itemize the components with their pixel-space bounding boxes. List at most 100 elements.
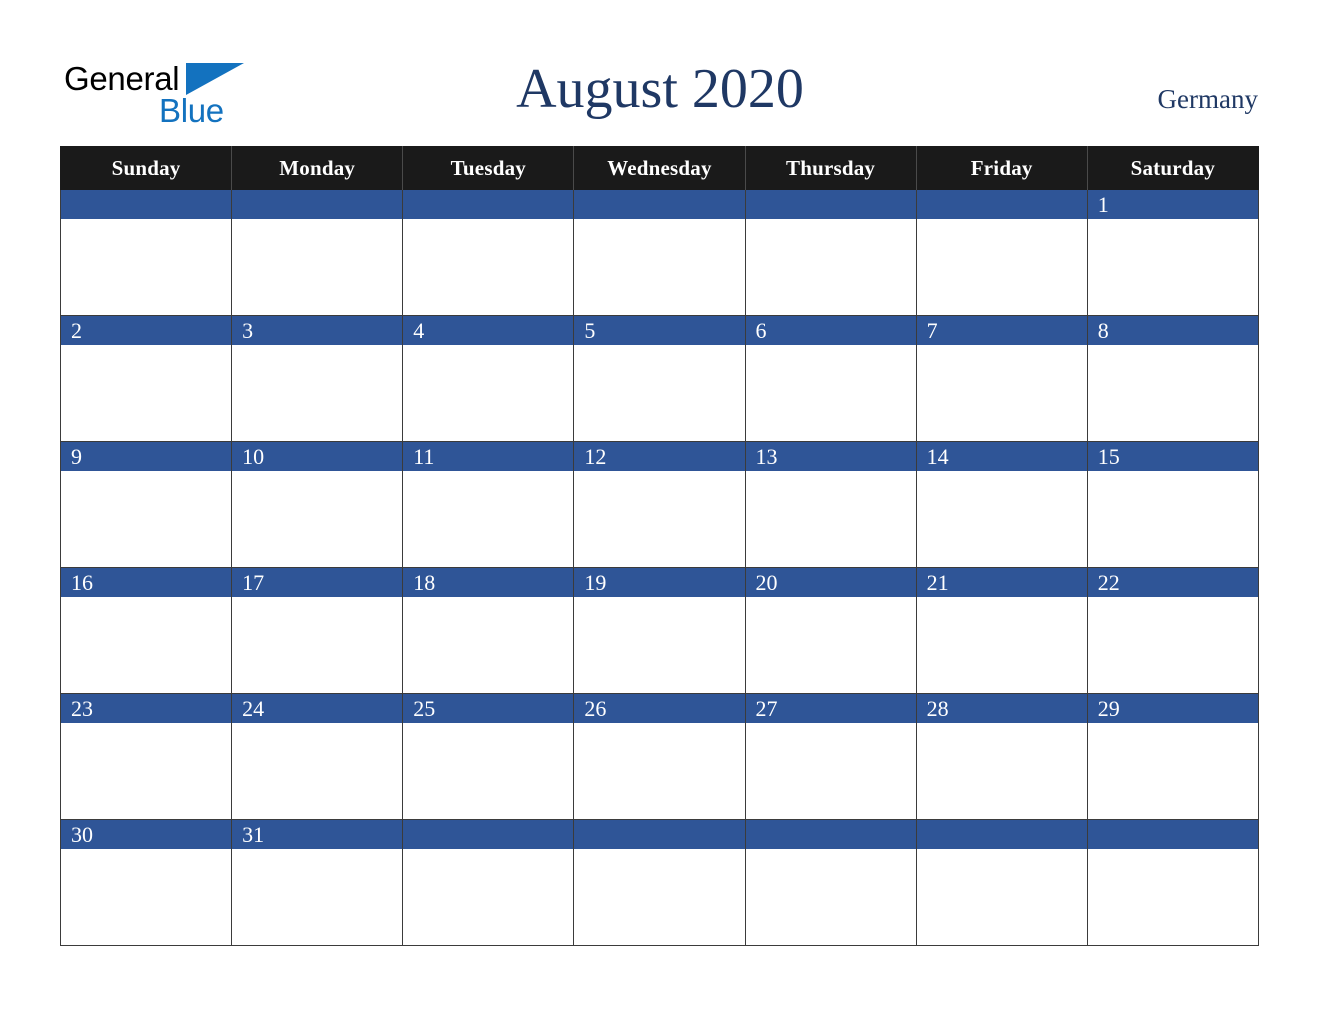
day-note-area[interactable]	[1087, 345, 1258, 441]
date-band: 18	[403, 568, 574, 597]
day-note-area[interactable]	[403, 219, 574, 315]
day-note-area[interactable]	[61, 219, 232, 315]
day-cell[interactable]: 18	[402, 567, 575, 694]
day-note-area[interactable]	[745, 219, 916, 315]
weekday-header-sunday: Sunday	[59, 146, 233, 190]
day-note-area[interactable]	[745, 597, 916, 693]
date-band: 16	[61, 568, 232, 597]
day-note-area[interactable]	[61, 849, 232, 945]
day-note-area[interactable]	[232, 345, 403, 441]
day-cell[interactable]: 7	[915, 315, 1088, 442]
day-cell[interactable]: 24	[231, 693, 404, 820]
day-note-area[interactable]	[403, 345, 574, 441]
day-cell-empty[interactable]	[59, 190, 233, 316]
date-number: 1	[1097, 192, 1109, 217]
day-note-area[interactable]	[916, 723, 1087, 819]
day-note-area[interactable]	[916, 597, 1087, 693]
day-cell-empty[interactable]	[1086, 819, 1259, 946]
day-cell[interactable]: 11	[402, 441, 575, 568]
day-cell[interactable]: 31	[231, 819, 404, 946]
day-note-area[interactable]	[1087, 723, 1258, 819]
day-cell[interactable]: 4	[402, 315, 575, 442]
date-number: 12	[584, 444, 607, 469]
day-cell[interactable]: 5	[573, 315, 746, 442]
day-cell-empty[interactable]	[402, 190, 575, 316]
day-note-area[interactable]	[403, 471, 574, 567]
week-row: 2 3 4 5 6 7 8	[59, 315, 1259, 442]
day-note-area[interactable]	[403, 849, 574, 945]
day-cell-empty[interactable]	[231, 190, 404, 316]
day-note-area[interactable]	[916, 849, 1087, 945]
day-note-area[interactable]	[232, 849, 403, 945]
day-cell-empty[interactable]	[744, 190, 917, 316]
day-note-area[interactable]	[1087, 219, 1258, 315]
day-cell-empty[interactable]	[402, 819, 575, 946]
day-cell[interactable]: 3	[231, 315, 404, 442]
day-note-area[interactable]	[403, 723, 574, 819]
day-cell[interactable]: 22	[1086, 567, 1259, 694]
day-note-area[interactable]	[61, 345, 232, 441]
day-cell[interactable]: 30	[59, 819, 233, 946]
day-note-area[interactable]	[745, 849, 916, 945]
day-note-area[interactable]	[916, 471, 1087, 567]
day-note-area[interactable]	[1087, 597, 1258, 693]
day-note-area[interactable]	[1087, 849, 1258, 945]
day-cell[interactable]: 2	[59, 315, 233, 442]
day-box: 9	[61, 442, 232, 567]
day-note-area[interactable]	[745, 345, 916, 441]
day-note-area[interactable]	[232, 219, 403, 315]
day-note-area[interactable]	[232, 471, 403, 567]
day-note-area[interactable]	[61, 723, 232, 819]
day-cell[interactable]: 1	[1086, 190, 1259, 316]
day-note-area[interactable]	[61, 471, 232, 567]
date-band	[1087, 820, 1258, 849]
day-note-area[interactable]	[574, 849, 745, 945]
day-cell[interactable]: 16	[59, 567, 233, 694]
day-cell[interactable]: 25	[402, 693, 575, 820]
day-cell[interactable]: 14	[915, 441, 1088, 568]
day-note-area[interactable]	[574, 219, 745, 315]
day-cell-empty[interactable]	[573, 819, 746, 946]
day-cell[interactable]: 10	[231, 441, 404, 568]
week-row: 9 10 11 12 13 14 15	[59, 441, 1259, 568]
day-cell[interactable]: 21	[915, 567, 1088, 694]
day-note-area[interactable]	[61, 597, 232, 693]
day-note-area[interactable]	[403, 597, 574, 693]
day-cell[interactable]: 8	[1086, 315, 1259, 442]
country-label: Germany	[1157, 84, 1258, 114]
day-cell[interactable]: 6	[744, 315, 917, 442]
day-cell-empty[interactable]	[915, 819, 1088, 946]
date-band: 22	[1087, 568, 1258, 597]
day-note-area[interactable]	[574, 723, 745, 819]
day-note-area[interactable]	[1087, 471, 1258, 567]
day-cell-empty[interactable]	[744, 819, 917, 946]
date-band	[61, 190, 232, 219]
day-cell[interactable]: 28	[915, 693, 1088, 820]
day-cell[interactable]: 26	[573, 693, 746, 820]
day-cell[interactable]: 19	[573, 567, 746, 694]
day-cell-empty[interactable]	[573, 190, 746, 316]
week-rows: 1 2 3 4 5 6 7 8 9 10 11 12 13 14 15 16 17 18 19 20 21 22 23 24 2…	[59, 190, 1259, 946]
day-cell[interactable]: 20	[744, 567, 917, 694]
day-note-area[interactable]	[916, 219, 1087, 315]
weekday-header-wednesday: Wednesday	[573, 146, 746, 190]
day-cell[interactable]: 15	[1086, 441, 1259, 568]
day-cell[interactable]: 12	[573, 441, 746, 568]
day-note-area[interactable]	[574, 471, 745, 567]
day-cell-empty[interactable]	[915, 190, 1088, 316]
day-note-area[interactable]	[745, 471, 916, 567]
day-cell[interactable]: 13	[744, 441, 917, 568]
day-note-area[interactable]	[916, 345, 1087, 441]
day-note-area[interactable]	[232, 723, 403, 819]
day-note-area[interactable]	[574, 597, 745, 693]
date-band: 2	[61, 316, 232, 345]
day-note-area[interactable]	[745, 723, 916, 819]
day-cell[interactable]: 23	[59, 693, 233, 820]
day-cell[interactable]: 27	[744, 693, 917, 820]
day-cell[interactable]: 9	[59, 441, 233, 568]
day-note-area[interactable]	[574, 345, 745, 441]
day-cell[interactable]: 17	[231, 567, 404, 694]
day-box	[574, 190, 745, 315]
day-cell[interactable]: 29	[1086, 693, 1259, 820]
day-note-area[interactable]	[232, 597, 403, 693]
